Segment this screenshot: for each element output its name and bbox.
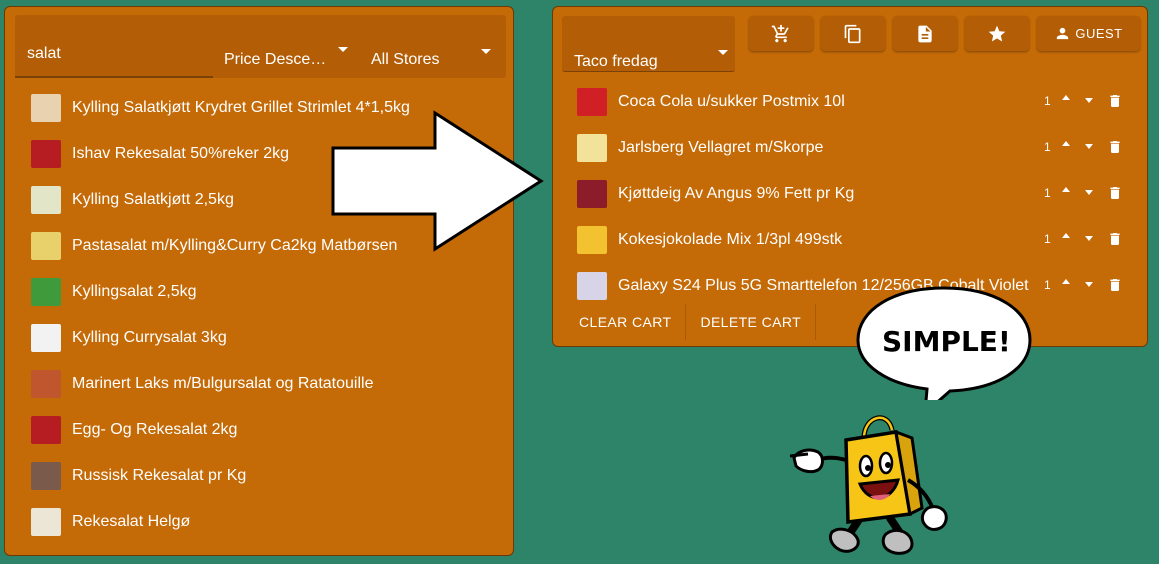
copy-cart-button[interactable]: [821, 16, 885, 51]
search-field[interactable]: [15, 15, 213, 78]
cart-item-name: Kokesjokolade Mix 1/3pl 499stk: [618, 231, 843, 248]
chevron-down-icon: [718, 50, 728, 55]
result-label: Rekesalat Helgø: [72, 513, 191, 530]
guest-label: GUEST: [1075, 26, 1123, 41]
arrow-right-icon: [331, 110, 544, 252]
cart-item-name: Jarlsberg Vellagret m/Skorpe: [618, 139, 824, 156]
trash-icon[interactable]: [1107, 92, 1121, 108]
sort-select-value: Price Desce…: [224, 51, 327, 68]
delete-cart-button[interactable]: DELETE CART: [686, 304, 817, 340]
cart-item: Jarlsberg Vellagret m/Skorpe 1: [577, 125, 1137, 171]
chevron-down-icon: [481, 49, 491, 54]
result-item[interactable]: Kylling Currysalat 3kg: [31, 315, 501, 361]
cart-item: Kjøttdeig Av Angus 9% Fett pr Kg 1: [577, 171, 1137, 217]
decrease-quantity-icon[interactable]: [1085, 236, 1093, 241]
cart-item-quantity: 1: [1044, 94, 1051, 108]
product-thumbnail: [31, 278, 61, 306]
cart-panel: Taco fredag GUEST Coca Cola u/sukker Pos…: [552, 6, 1148, 347]
increase-quantity-icon[interactable]: [1062, 141, 1070, 146]
increase-quantity-icon[interactable]: [1062, 233, 1070, 238]
product-thumbnail: [31, 324, 61, 352]
document-icon: [918, 25, 932, 42]
search-input[interactable]: [27, 43, 207, 65]
product-thumbnail: [31, 462, 61, 490]
trash-icon[interactable]: [1107, 230, 1121, 246]
cart-item-quantity: 1: [1044, 140, 1051, 154]
trash-icon[interactable]: [1107, 276, 1121, 292]
increase-quantity-icon[interactable]: [1062, 187, 1070, 192]
increase-quantity-icon[interactable]: [1062, 279, 1070, 284]
person-icon: [1057, 27, 1069, 40]
bubble-text: SIMPLE!: [882, 325, 1011, 358]
favorite-button[interactable]: [965, 16, 1029, 51]
result-item[interactable]: Egg- Og Rekesalat 2kg: [31, 407, 501, 453]
decrease-quantity-icon[interactable]: [1085, 190, 1093, 195]
product-thumbnail: [31, 232, 61, 260]
result-label: Marinert Laks m/Bulgursalat og Ratatouil…: [72, 375, 374, 392]
result-label: Kylling Salatkjøtt 2,5kg: [72, 191, 234, 208]
cart-item-quantity: 1: [1044, 186, 1051, 200]
shopping-bag-mascot-icon: [789, 415, 948, 555]
sort-select[interactable]: Price Desce…: [214, 15, 354, 78]
cart-select[interactable]: Taco fredag: [562, 16, 735, 72]
result-item[interactable]: Russisk Rekesalat pr Kg: [31, 453, 501, 499]
trash-icon[interactable]: [1107, 138, 1121, 154]
document-button[interactable]: [893, 16, 957, 51]
result-label: Ishav Rekesalat 50%reker 2kg: [72, 145, 289, 162]
product-thumbnail: [577, 134, 607, 162]
clear-cart-button[interactable]: CLEAR CART: [565, 304, 687, 340]
product-thumbnail: [31, 186, 61, 214]
product-thumbnail: [31, 508, 61, 536]
filter-bar: Price Desce… All Stores: [15, 15, 506, 78]
product-search-panel: Price Desce… All Stores Kylling Salatkjø…: [4, 6, 514, 556]
result-label: Russisk Rekesalat pr Kg: [72, 467, 247, 484]
cart-items-list: Coca Cola u/sukker Postmix 10l 1 Jarlsbe…: [577, 79, 1137, 309]
store-select-value: All Stores: [371, 51, 440, 68]
cart-item: Kokesjokolade Mix 1/3pl 499stk 1: [577, 217, 1137, 263]
decrease-quantity-icon[interactable]: [1085, 144, 1093, 149]
trash-icon[interactable]: [1107, 184, 1121, 200]
result-item[interactable]: Kyllingsalat 2,5kg: [31, 269, 501, 315]
product-thumbnail: [577, 272, 607, 300]
cart-item-quantity: 1: [1044, 232, 1051, 246]
product-thumbnail: [31, 370, 61, 398]
decrease-quantity-icon[interactable]: [1085, 282, 1093, 287]
cart-actions: CLEAR CART DELETE CART: [565, 304, 817, 340]
chevron-down-icon: [338, 47, 348, 52]
cart-item-name: Coca Cola u/sukker Postmix 10l: [618, 93, 845, 110]
product-thumbnail: [31, 94, 61, 122]
cart-select-value: Taco fredag: [574, 53, 658, 70]
result-label: Kyllingsalat 2,5kg: [72, 283, 197, 300]
product-thumbnail: [577, 226, 607, 254]
product-thumbnail: [577, 88, 607, 116]
product-thumbnail: [31, 140, 61, 168]
increase-quantity-icon[interactable]: [1062, 95, 1070, 100]
result-label: Kylling Currysalat 3kg: [72, 329, 227, 346]
star-icon: [988, 25, 1006, 41]
cart-item: Coca Cola u/sukker Postmix 10l 1: [577, 79, 1137, 125]
result-item[interactable]: Rekesalat Helgø: [31, 499, 501, 545]
guest-user-button[interactable]: GUEST: [1037, 16, 1140, 51]
result-label: Egg- Og Rekesalat 2kg: [72, 421, 238, 438]
product-thumbnail: [577, 180, 607, 208]
cart-item-quantity: 1: [1044, 278, 1051, 292]
add-shopping-cart-icon: [771, 24, 789, 42]
product-thumbnail: [31, 416, 61, 444]
cart-item-name: Kjøttdeig Av Angus 9% Fett pr Kg: [618, 185, 855, 202]
store-select[interactable]: All Stores: [361, 15, 506, 78]
decrease-quantity-icon[interactable]: [1085, 98, 1093, 103]
result-item[interactable]: Marinert Laks m/Bulgursalat og Ratatouil…: [31, 361, 501, 407]
copy-icon: [844, 24, 861, 43]
add-cart-button[interactable]: [749, 16, 813, 51]
